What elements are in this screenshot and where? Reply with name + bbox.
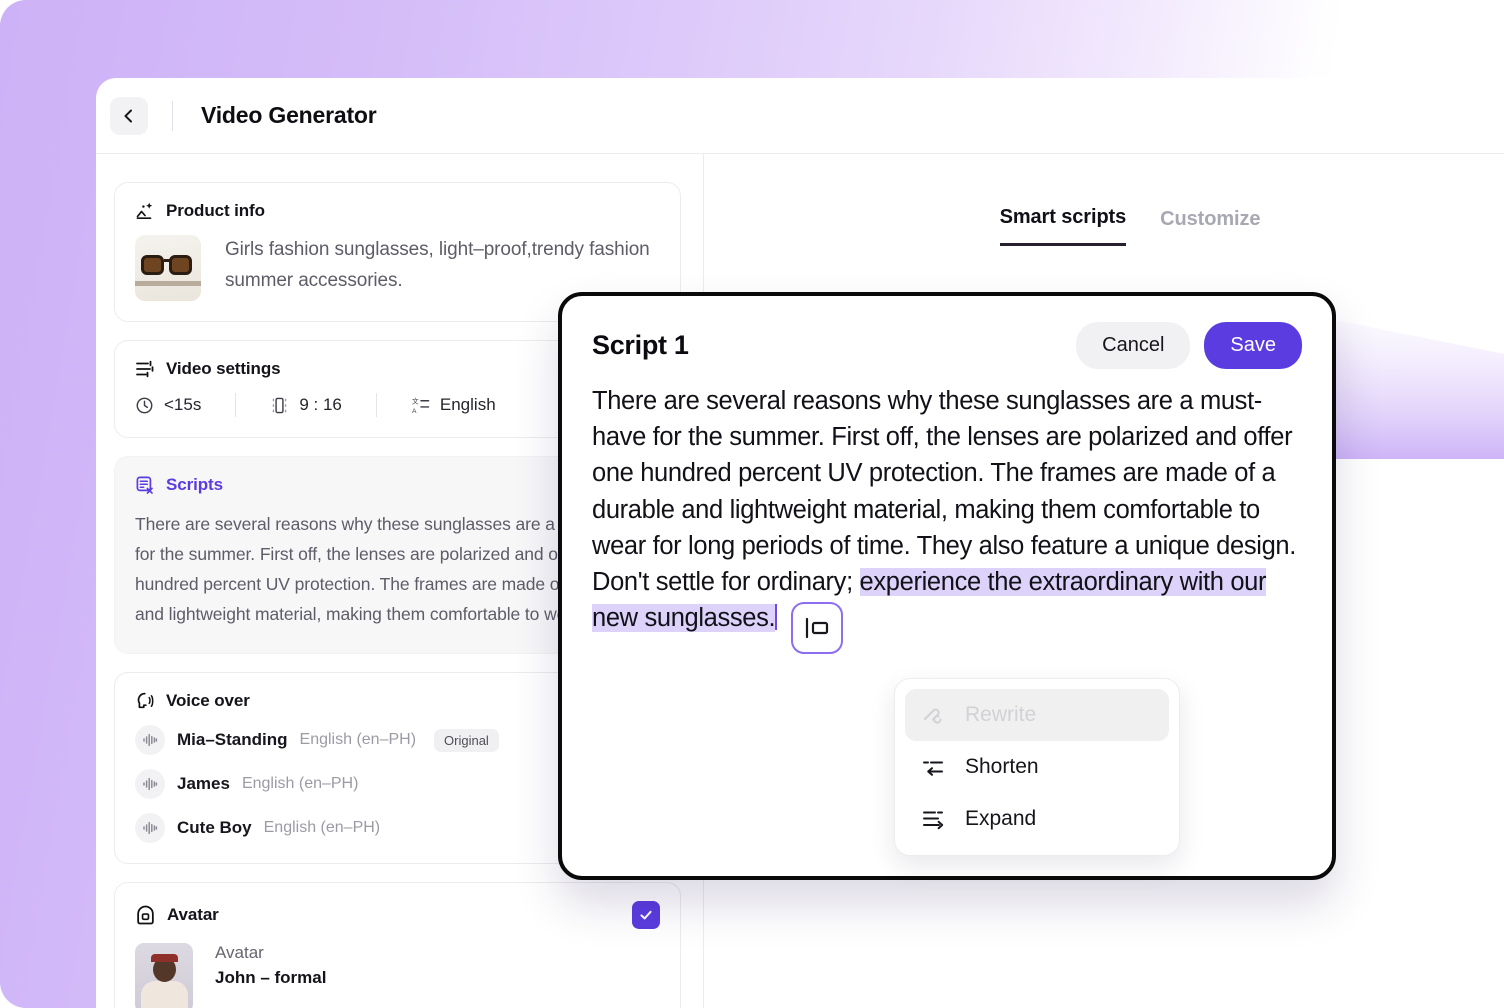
waveform-icon	[135, 769, 165, 799]
sparkle-image-icon	[135, 201, 155, 221]
product-info-header: Product info	[135, 201, 660, 221]
svg-text:A: A	[412, 408, 417, 415]
app-header: Video Generator	[96, 78, 1504, 154]
voice-tag: Original	[434, 729, 499, 752]
setting-language-label: English	[440, 395, 496, 415]
script-editor-modal: Script 1 Cancel Save There are several r…	[558, 292, 1336, 880]
header-divider	[172, 101, 173, 131]
tab-customize[interactable]: Customize	[1160, 206, 1260, 246]
avatar-title: Avatar	[167, 905, 219, 925]
aspect-ratio-icon	[270, 396, 289, 415]
save-button[interactable]: Save	[1204, 322, 1302, 369]
svg-text:文: 文	[412, 396, 419, 405]
avatar-label: Avatar	[215, 943, 326, 963]
modal-title: Script 1	[592, 330, 689, 361]
back-button[interactable]	[110, 97, 148, 135]
modal-header: Script 1 Cancel Save	[592, 322, 1302, 369]
shorten-icon	[921, 755, 945, 779]
menu-item-rewrite[interactable]: Rewrite	[905, 689, 1169, 741]
sliders-icon	[135, 359, 155, 379]
product-thumbnail	[135, 235, 201, 301]
voice-name: Mia–Standing	[177, 730, 288, 750]
page-title: Video Generator	[201, 102, 377, 129]
magic-rewrite-icon	[921, 703, 945, 727]
voice-lang: English (en–PH)	[242, 775, 359, 793]
text-box-icon	[802, 615, 832, 641]
settings-divider-1	[235, 393, 236, 417]
voice-name: Cute Boy	[177, 818, 252, 838]
product-info-title: Product info	[166, 201, 265, 221]
setting-duration[interactable]: <15s	[135, 395, 201, 415]
text-caret	[775, 604, 777, 630]
voice-over-icon	[135, 691, 155, 711]
menu-item-shorten-label: Shorten	[965, 755, 1039, 779]
voice-lang: English (en–PH)	[300, 731, 417, 749]
voice-lang: English (en–PH)	[264, 819, 381, 837]
menu-item-expand-label: Expand	[965, 807, 1036, 831]
voice-over-title: Voice over	[166, 691, 250, 711]
script-cut-icon	[135, 475, 155, 495]
text-box-icon-button[interactable]	[791, 602, 843, 654]
avatar-frame-icon	[135, 905, 156, 926]
menu-item-shorten[interactable]: Shorten	[905, 741, 1169, 793]
setting-duration-label: <15s	[164, 395, 201, 415]
setting-language[interactable]: 文 A English	[411, 395, 496, 415]
product-description: Girls fashion sunglasses, light–proof,tr…	[225, 235, 660, 297]
modal-actions: Cancel Save	[1076, 322, 1302, 369]
menu-item-rewrite-label: Rewrite	[965, 703, 1036, 727]
tab-bar: Smart scripts Customize	[704, 154, 1504, 246]
waveform-icon	[135, 813, 165, 843]
script-text-plain: There are several reasons why these sung…	[592, 387, 1296, 596]
voice-name: James	[177, 774, 230, 794]
script-text-editor[interactable]: There are several reasons why these sung…	[592, 383, 1302, 654]
avatar-checkbox[interactable]	[632, 901, 660, 929]
background-stage: Video Generator Product info	[0, 0, 1504, 1008]
check-icon	[638, 907, 654, 923]
avatar-thumbnail	[135, 943, 193, 1008]
setting-aspect-ratio[interactable]: 9 : 16	[270, 395, 342, 415]
setting-aspect-ratio-label: 9 : 16	[299, 395, 342, 415]
settings-divider-2	[376, 393, 377, 417]
avatar-row[interactable]: Avatar John – formal	[135, 943, 660, 1008]
video-settings-title: Video settings	[166, 359, 280, 379]
waveform-icon	[135, 725, 165, 755]
expand-icon	[921, 807, 945, 831]
scripts-title: Scripts	[166, 475, 223, 495]
avatar-header: Avatar	[135, 901, 660, 929]
cancel-button[interactable]: Cancel	[1076, 322, 1190, 369]
avatar-card: Avatar	[114, 882, 681, 1008]
avatar-value: John – formal	[215, 968, 326, 988]
tab-smart-scripts[interactable]: Smart scripts	[1000, 206, 1127, 246]
menu-item-expand[interactable]: Expand	[905, 793, 1169, 845]
clock-icon	[135, 396, 154, 415]
ai-actions-menu: Rewrite Shorten Expand	[894, 678, 1180, 856]
language-icon: 文 A	[411, 396, 430, 415]
chevron-left-icon	[121, 108, 137, 124]
